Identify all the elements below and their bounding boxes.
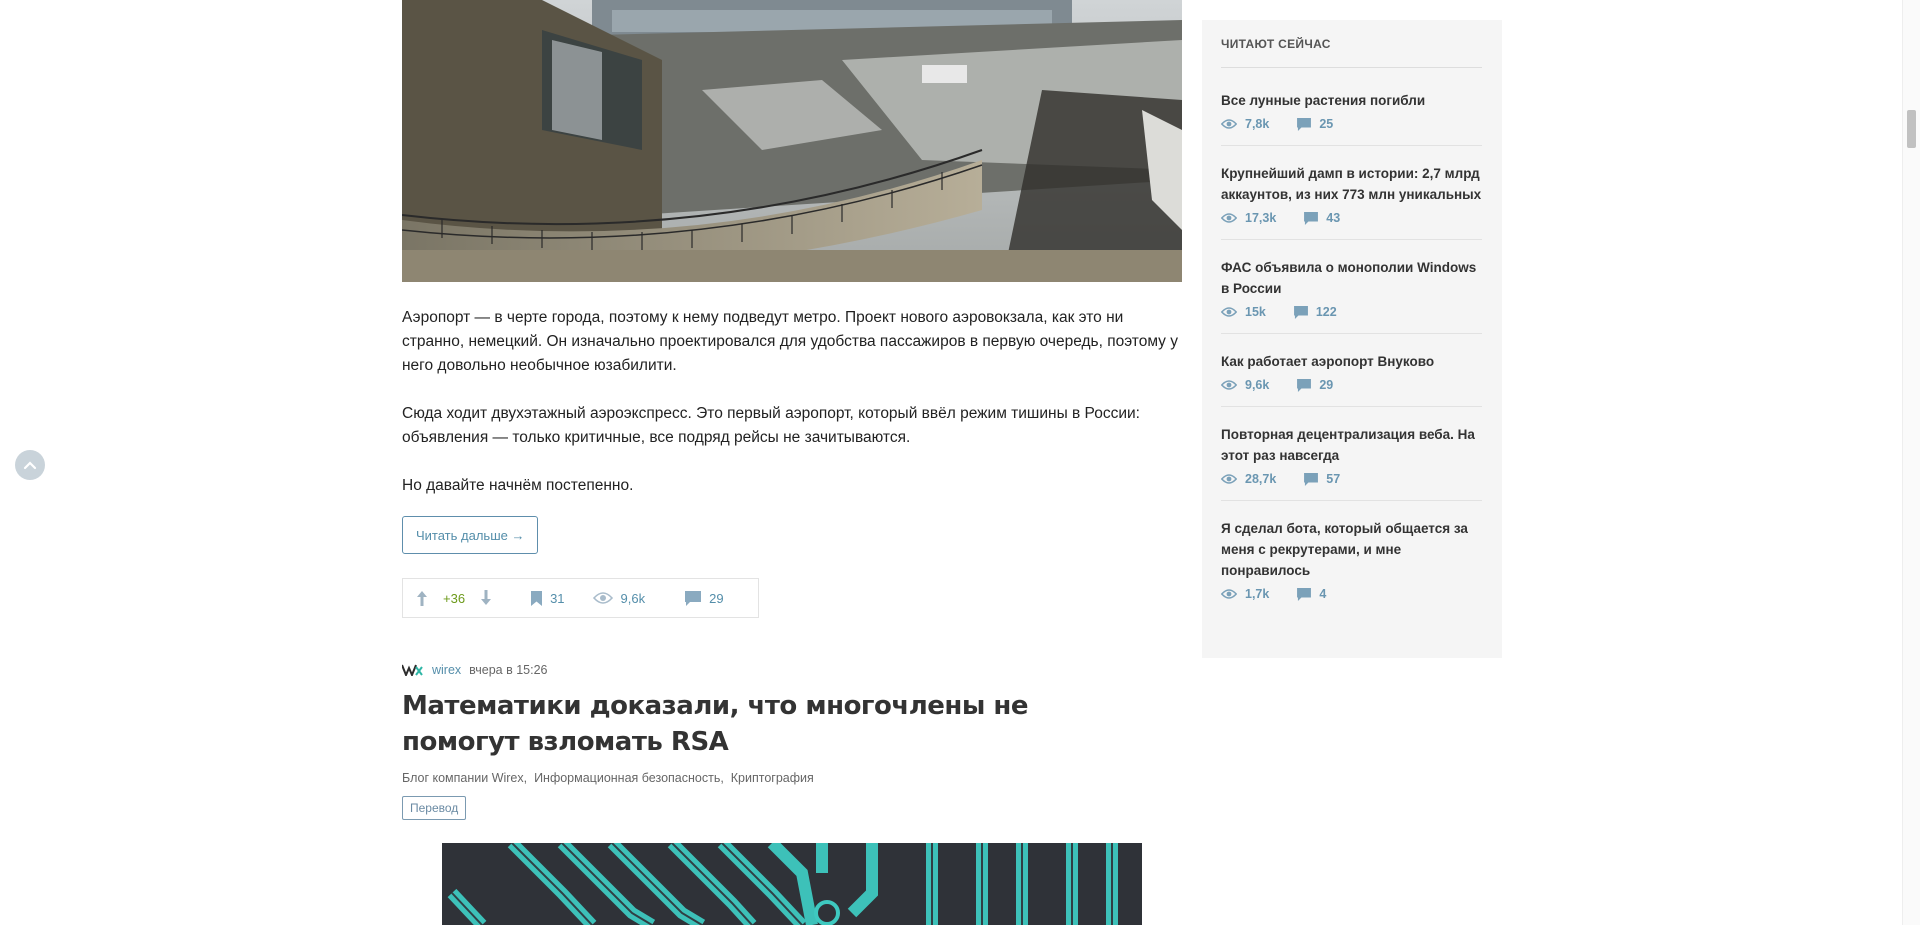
post-meta: wirex вчера в 15:26	[402, 663, 548, 677]
eye-icon	[1221, 589, 1237, 599]
post-time: вчера в 15:26	[469, 663, 548, 677]
comment-icon	[685, 590, 702, 606]
views-count: 17,3k	[1245, 211, 1277, 225]
sidebar-post-link[interactable]: Все лунные растения погибли	[1221, 90, 1482, 111]
comments-count: 57	[1326, 472, 1341, 486]
post-image	[442, 843, 1142, 925]
views-counter: 28,7k	[1221, 472, 1276, 486]
comments-link[interactable]: 25	[1297, 117, 1333, 131]
article-body: Аэропорт — в черте города, поэтому к нем…	[402, 306, 1182, 522]
bookmark-icon	[531, 590, 543, 606]
views-counter: 17,3k	[1221, 211, 1276, 225]
list-item: Я сделал бота, который общается за меня …	[1221, 518, 1482, 615]
views-count: 9,6k	[620, 590, 646, 606]
comments-count: 29	[709, 590, 724, 606]
post-title-link[interactable]: Математики доказали, что многочлены не п…	[402, 688, 1122, 760]
list-item: Все лунные растения погибли 7,8k 25	[1221, 90, 1482, 146]
sidebar-post-link[interactable]: Как работает аэропорт Внуково	[1221, 351, 1482, 372]
comments-count: 43	[1326, 211, 1341, 225]
page-scrollbar[interactable]	[1902, 0, 1920, 925]
views-count: 28,7k	[1245, 472, 1277, 486]
sidebar-post-link[interactable]: Крупнейший дамп в истории: 2,7 млрд акка…	[1221, 163, 1482, 205]
sidebar-heading: ЧИТАЮТ СЕЙЧАС	[1221, 37, 1482, 68]
sidebar-post-link[interactable]: Я сделал бота, который общается за меня …	[1221, 518, 1482, 581]
views-count: 15k	[1245, 305, 1266, 319]
translation-badge[interactable]: Перевод	[402, 796, 467, 820]
views-counter: 9,6k	[1221, 378, 1269, 392]
comment-icon	[1293, 305, 1308, 319]
sidebar-reading-now: ЧИТАЮТ СЕЙЧАС Все лунные растения погибл…	[1202, 20, 1502, 658]
list-item: Крупнейший дамп в истории: 2,7 млрд акка…	[1221, 163, 1482, 240]
comment-icon	[1297, 587, 1312, 601]
vote-down-button[interactable]	[479, 589, 493, 607]
arrow-up-icon	[417, 591, 427, 606]
eye-icon	[1221, 213, 1237, 223]
bookmark-button[interactable]: 31	[531, 590, 565, 606]
post-author-link[interactable]: wirex	[432, 663, 461, 677]
views-count: 7,8k	[1245, 117, 1270, 131]
read-more-button[interactable]: Читать дальше →	[402, 516, 539, 554]
views-count: 9,6k	[1245, 378, 1270, 392]
comments-link[interactable]: 29	[685, 590, 724, 606]
sidebar-post-link[interactable]: ФАС объявила о монополии Windows в Росси…	[1221, 257, 1482, 299]
views-counter: 7,8k	[1221, 117, 1269, 131]
comments-count: 4	[1319, 587, 1327, 601]
comments-count: 29	[1319, 378, 1334, 392]
comments-link[interactable]: 43	[1304, 211, 1340, 225]
sidebar-list: Все лунные растения погибли 7,8k 25 Круп…	[1221, 90, 1482, 632]
list-item: ФАС объявила о монополии Windows в Росси…	[1221, 257, 1482, 334]
list-item: Повторная децентрализация веба. На этот …	[1221, 424, 1482, 501]
views-counter: 9,6k	[592, 590, 646, 606]
eye-icon	[1221, 474, 1237, 484]
scroll-to-top-button[interactable]	[15, 450, 45, 480]
article-image	[402, 0, 1182, 282]
views-count: 1,7k	[1245, 587, 1270, 601]
comments-link[interactable]: 122	[1293, 305, 1337, 319]
article-paragraph: Сюда ходит двухэтажный аэроэкспресс. Это…	[402, 405, 1140, 446]
post-stats-bar: +36 31 9,6k 29	[402, 578, 759, 618]
scrollbar-thumb[interactable]	[1907, 110, 1916, 148]
hub-link[interactable]: Информационная безопасность	[524, 771, 721, 785]
eye-icon	[1221, 119, 1237, 129]
comments-count: 25	[1319, 117, 1334, 131]
comment-icon	[1304, 472, 1319, 486]
sidebar-post-link[interactable]: Повторная децентрализация веба. На этот …	[1221, 424, 1482, 466]
post-hubs: Блог компании WirexИнформационная безопа…	[402, 771, 814, 785]
comments-link[interactable]: 4	[1297, 587, 1326, 601]
hub-link[interactable]: Криптография	[720, 771, 813, 785]
article-paragraph: Аэропорт — в черте города, поэтому к нем…	[402, 309, 1178, 374]
views-counter: 1,7k	[1221, 587, 1269, 601]
list-item: Как работает аэропорт Внуково 9,6k 29	[1221, 351, 1482, 407]
article-paragraph: Но давайте начнём постепенно.	[402, 477, 634, 494]
views-counter: 15k	[1221, 305, 1266, 319]
eye-icon	[1221, 380, 1237, 390]
arrow-down-icon	[481, 590, 492, 605]
comments-link[interactable]: 29	[1297, 378, 1333, 392]
eye-icon	[592, 592, 613, 604]
vote-count: +36	[443, 590, 466, 606]
comments-count: 122	[1315, 305, 1337, 319]
vote-up-button[interactable]	[415, 589, 429, 607]
chevron-up-icon	[23, 461, 37, 470]
eye-icon	[1221, 307, 1237, 317]
wirex-logo-icon	[402, 664, 423, 676]
comment-icon	[1297, 117, 1312, 131]
comment-icon	[1304, 211, 1319, 225]
comments-link[interactable]: 57	[1304, 472, 1340, 486]
bookmark-count: 31	[550, 590, 565, 606]
comment-icon	[1297, 378, 1312, 392]
hub-link[interactable]: Блог компании Wirex	[402, 771, 524, 785]
